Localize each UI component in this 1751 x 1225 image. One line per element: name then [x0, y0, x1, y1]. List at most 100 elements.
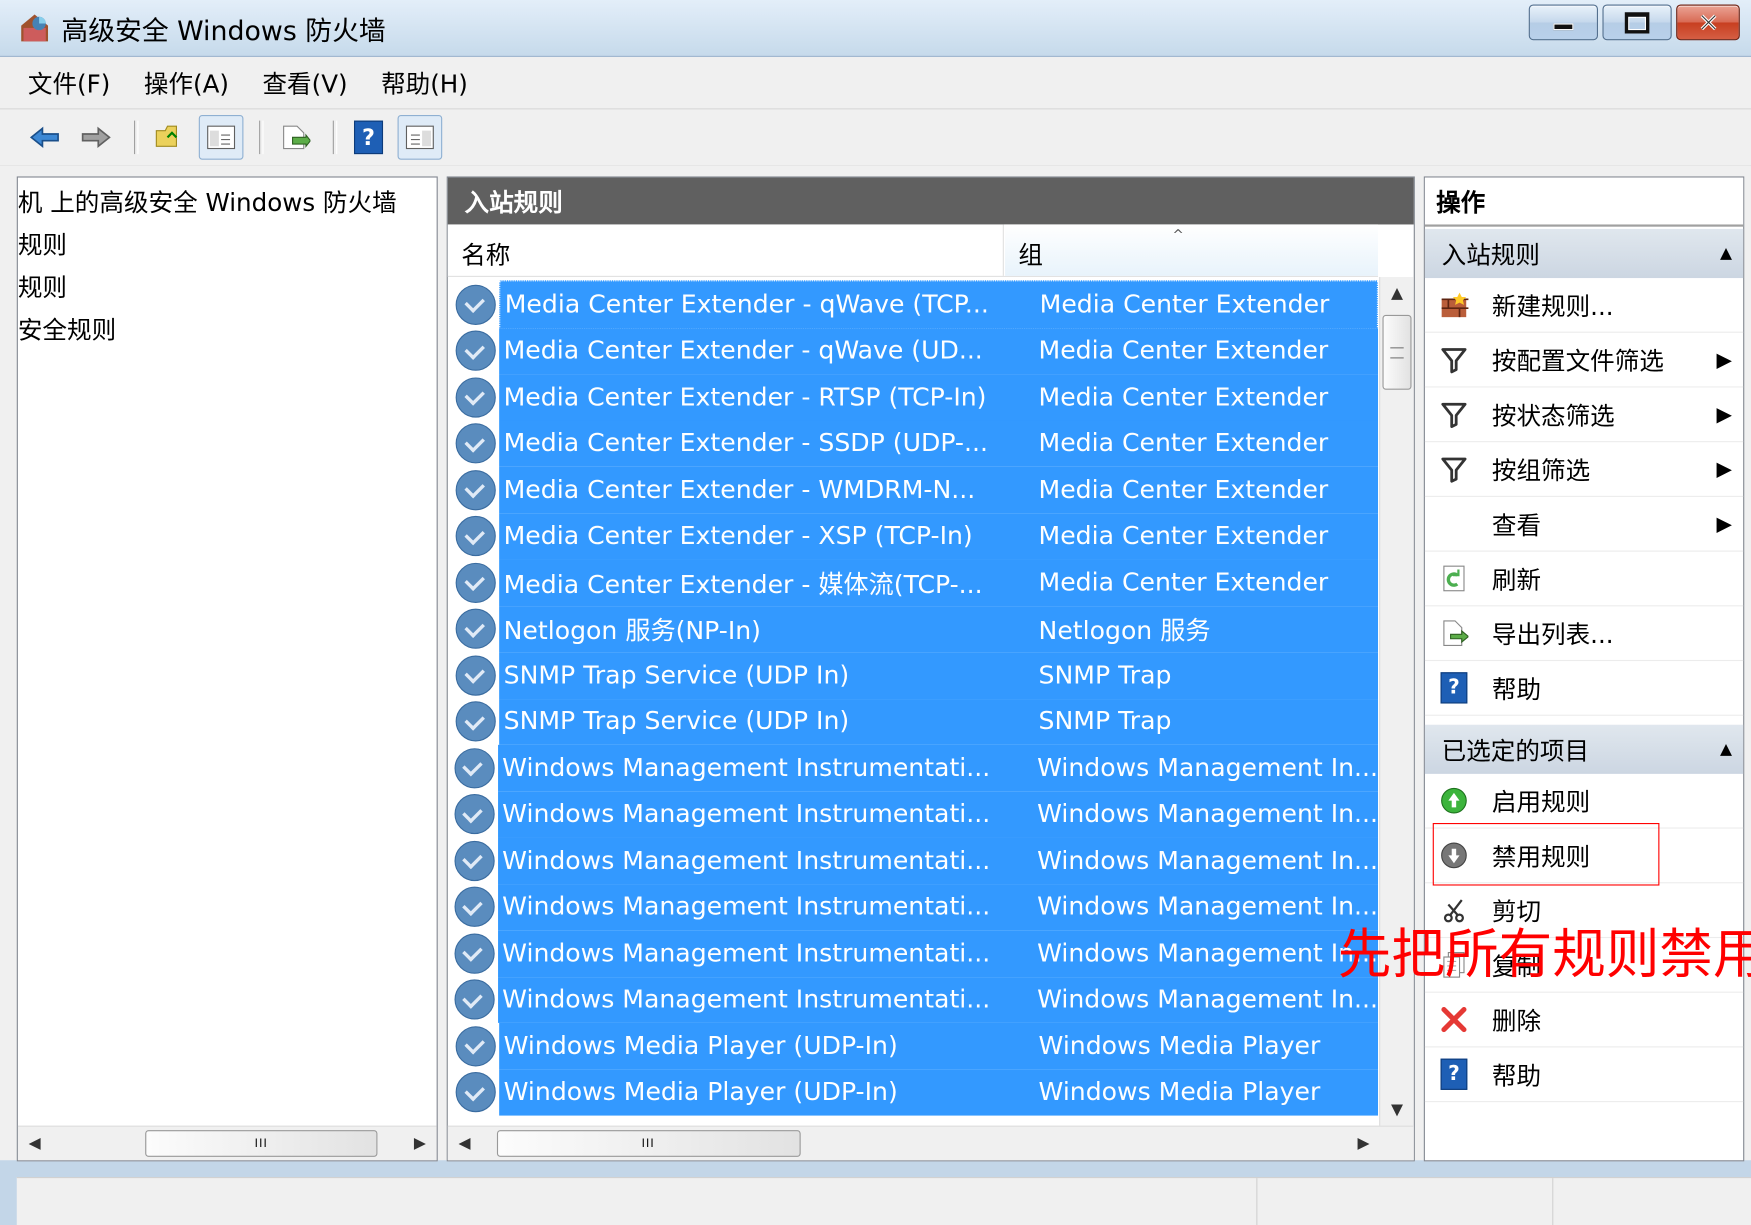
action-item[interactable]: 禁用规则	[1424, 829, 1744, 884]
pane-title: 入站规则	[447, 177, 1414, 225]
tree-node-connection[interactable]: 安全规则	[18, 310, 437, 352]
rule-group: Windows Media Player	[1038, 1031, 1321, 1061]
action-item[interactable]: 查看 ▶	[1424, 497, 1744, 552]
table-row[interactable]: SNMP Trap Service (UDP In) SNMP Trap	[448, 652, 1414, 699]
table-row[interactable]: Media Center Extender - qWave (TCP... Med…	[448, 280, 1414, 329]
menu-help[interactable]: 帮助(H)	[381, 65, 468, 101]
scroll-left-arrow[interactable]: ◀	[448, 1127, 482, 1161]
rule-group: Media Center Extender	[1038, 336, 1329, 366]
rule-enabled-icon	[454, 933, 495, 974]
enable-rule-icon	[1436, 786, 1472, 815]
table-row[interactable]: Windows Management Instrumentati... Windo…	[448, 976, 1414, 1023]
rule-group: Media Center Extender	[1038, 475, 1329, 505]
table-row[interactable]: Media Center Extender - SSDP (UDP-... Med…	[448, 420, 1414, 467]
rule-enabled-icon	[455, 1072, 496, 1113]
rule-name: Windows Management Instrumentati...	[502, 892, 991, 922]
col-group-header[interactable]: ^ 组	[1003, 224, 1379, 276]
action-item[interactable]: 导出列表...	[1424, 606, 1744, 662]
menu-file[interactable]: 文件(F)	[28, 65, 110, 101]
scroll-right-arrow[interactable]: ▶	[1347, 1127, 1381, 1161]
tree-node-outbound[interactable]: 规则	[18, 268, 437, 310]
scroll-right-arrow[interactable]: ▶	[403, 1127, 437, 1161]
rule-name: Media Center Extender - 媒体流(TCP-...	[503, 570, 983, 600]
table-row[interactable]: Windows Management Instrumentati... Windo…	[448, 791, 1414, 838]
sort-icon: ^	[1172, 226, 1184, 243]
filter-icon	[1436, 345, 1472, 374]
action-item[interactable]: 复制	[1424, 938, 1744, 993]
action-item[interactable]: 剪切	[1424, 883, 1744, 939]
table-row[interactable]: Media Center Extender - XSP (TCP-In) Medi…	[448, 513, 1414, 560]
action-item[interactable]: 按状态筛选 ▶	[1424, 387, 1744, 443]
help-icon: ?	[1436, 672, 1472, 704]
minimize-button[interactable]	[1528, 4, 1598, 41]
forward-icon[interactable]	[74, 115, 119, 160]
tree-node-inbound[interactable]: 规则	[18, 232, 67, 260]
scroll-thumb[interactable]: III	[144, 1130, 378, 1157]
table-row[interactable]: Media Center Extender - RTSP (TCP-In) Med…	[448, 374, 1414, 421]
action-item[interactable]: 删除	[1424, 993, 1744, 1048]
main-h-scroll: ◀ III ▶	[447, 1125, 1414, 1161]
rule-group: Netlogon 服务	[1038, 616, 1211, 646]
scroll-left-arrow[interactable]: ◀	[18, 1127, 52, 1161]
action-item[interactable]: 刷新	[1424, 552, 1744, 607]
rule-enabled-icon	[455, 701, 496, 742]
table-row[interactable]: Windows Media Player (UDP-In) Windows Med…	[448, 1069, 1414, 1116]
window-title: 高级安全 Windows 防火墙	[61, 15, 386, 47]
action-item[interactable]: 按配置文件筛选 ▶	[1424, 333, 1744, 388]
rule-enabled-icon	[455, 284, 496, 325]
actions-section-header[interactable]: 入站规则 ▲	[1424, 228, 1744, 279]
toolbar: ?	[0, 109, 1751, 167]
show-hide-console-tree-icon[interactable]	[198, 115, 244, 160]
action-item[interactable]: 按组筛选 ▶	[1424, 442, 1744, 497]
table-row[interactable]: Windows Management Instrumentati... Windo…	[448, 744, 1414, 792]
rule-name: Windows Management Instrumentati...	[502, 799, 991, 829]
help-icon[interactable]: ?	[346, 115, 391, 160]
tree-root[interactable]: 机 上的高级安全 Windows 防火墙	[18, 183, 437, 225]
rule-name: Windows Management Instrumentati...	[502, 938, 991, 968]
rule-name: Windows Management Instrumentati...	[502, 753, 991, 783]
back-icon[interactable]	[22, 115, 67, 160]
table-row[interactable]: SNMP Trap Service (UDP In) SNMP Trap	[448, 698, 1414, 745]
action-item[interactable]: ? 帮助	[1424, 1047, 1744, 1103]
action-item[interactable]: ? 帮助	[1424, 661, 1744, 716]
table-row[interactable]: Windows Management Instrumentati... Windo…	[448, 883, 1414, 931]
table-row[interactable]: Windows Media Player (UDP-In) Windows Med…	[448, 1022, 1414, 1070]
rule-group: Media Center Extender	[1038, 382, 1329, 412]
list-header: 名称 ^ 组	[447, 224, 1379, 277]
actions-title: 操作	[1424, 177, 1744, 227]
scroll-thumb[interactable]: III	[496, 1130, 801, 1157]
table-row[interactable]: Netlogon 服务(NP-In) Netlogon 服务	[448, 605, 1414, 653]
show-hide-action-pane-icon[interactable]	[397, 115, 443, 160]
rule-enabled-icon	[455, 377, 496, 418]
menu-action[interactable]: 操作(A)	[144, 65, 229, 101]
table-row[interactable]: Media Center Extender - qWave (UD... Medi…	[448, 327, 1414, 375]
up-folder-icon[interactable]	[147, 115, 192, 160]
table-row[interactable]: Media Center Extender - 媒体流(TCP-... Media…	[448, 559, 1414, 606]
scroll-thumb[interactable]	[1382, 314, 1412, 390]
refresh-icon	[1436, 564, 1472, 593]
main-v-scroll: ▲ ▼	[1379, 276, 1414, 1127]
filter-icon	[1436, 400, 1472, 429]
action-item[interactable]: 新建规则...	[1424, 278, 1744, 333]
delete-icon	[1436, 1005, 1472, 1034]
actions-section-header[interactable]: 已选定的项目 ▲	[1424, 724, 1744, 774]
table-row[interactable]: Media Center Extender - WMDRM-N... Media …	[448, 466, 1414, 514]
disable-rule-icon	[1436, 841, 1472, 870]
action-item[interactable]: 启用规则	[1424, 774, 1744, 829]
close-button[interactable]	[1676, 4, 1740, 41]
maximize-button[interactable]	[1602, 4, 1672, 41]
menu-view[interactable]: 查看(V)	[262, 65, 347, 101]
export-list-icon[interactable]	[272, 115, 317, 160]
scroll-down-arrow[interactable]: ▼	[1380, 1093, 1414, 1127]
rule-group: Media Center Extender	[1038, 568, 1329, 598]
rule-name: Media Center Extender - SSDP (UDP-...	[503, 429, 988, 459]
submenu-arrow-icon: ▶	[1716, 402, 1733, 427]
rule-group: Windows Media Player	[1038, 1077, 1321, 1107]
col-name-header[interactable]: 名称	[448, 224, 1004, 276]
rule-group: Media Center Extender	[1038, 429, 1329, 459]
table-row[interactable]: Windows Management Instrumentati... Windo…	[448, 930, 1414, 977]
scroll-up-arrow[interactable]: ▲	[1380, 277, 1414, 311]
rule-enabled-icon	[455, 469, 496, 511]
export-list-icon	[1436, 619, 1472, 648]
table-row[interactable]: Windows Management Instrumentati... Windo…	[448, 837, 1414, 884]
